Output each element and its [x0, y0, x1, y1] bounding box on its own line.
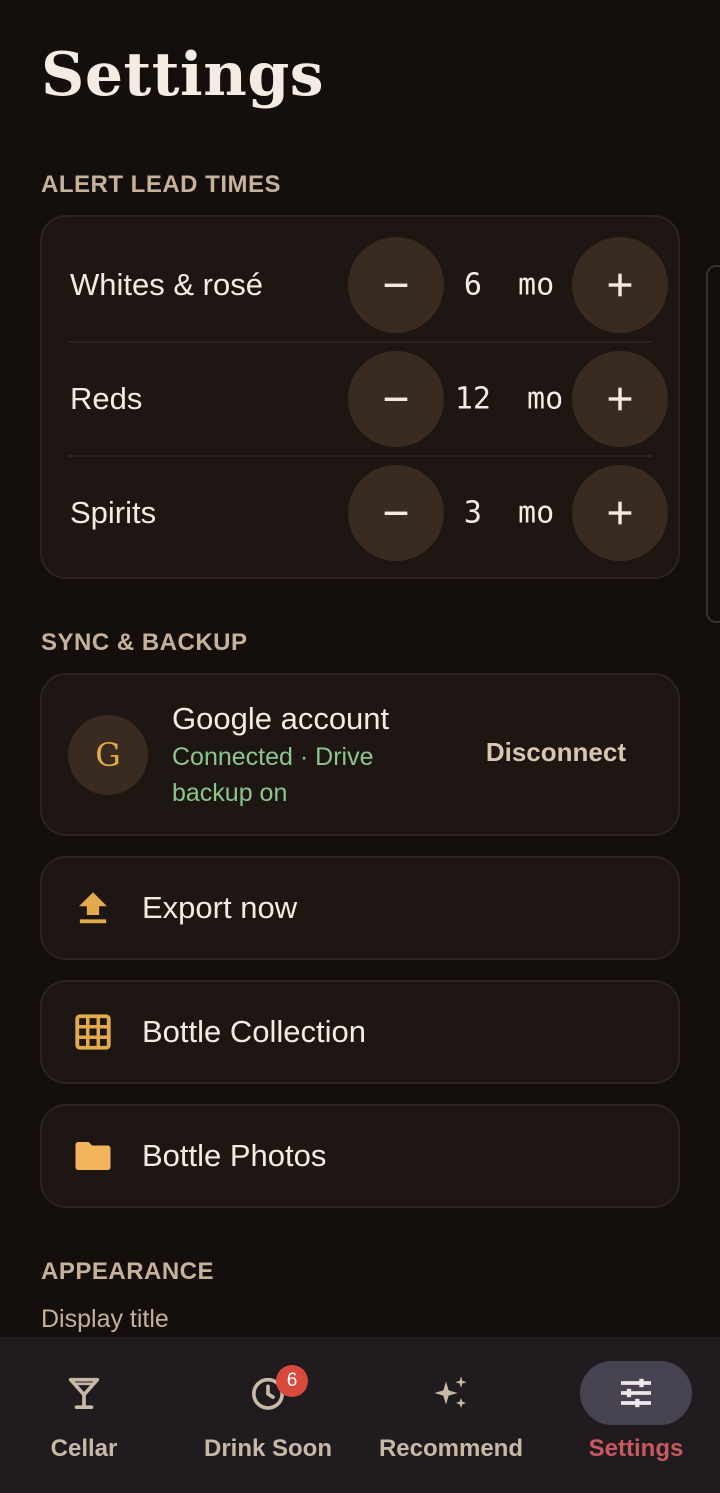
lead-time-label: Reds [70, 381, 143, 416]
lead-time-row-reds: Reds 12 mo [42, 342, 678, 456]
alert-lead-times-card: Whites & rosé 6 mo Reds 12 mo Spirits 3 … [40, 215, 680, 579]
plus-icon [608, 501, 632, 525]
display-title-label: Display title [41, 1305, 169, 1333]
action-label: Export now [142, 890, 298, 925]
section-label-appearance: APPEARANCE [41, 1258, 215, 1285]
sliders-icon [621, 1378, 651, 1408]
action-label: Bottle Photos [142, 1138, 327, 1173]
plus-icon [608, 387, 632, 411]
export-now-button[interactable]: Export now [40, 856, 680, 960]
action-label: Bottle Collection [142, 1014, 367, 1049]
decrement-button[interactable] [348, 465, 444, 561]
lead-time-label: Whites & rosé [70, 267, 263, 302]
grid-icon [75, 1014, 111, 1050]
page-title: Settings [41, 40, 325, 110]
avatar: G [68, 715, 148, 795]
bottle-photos-button[interactable]: Bottle Photos [40, 1104, 680, 1208]
increment-button[interactable] [572, 237, 668, 333]
minus-icon [384, 397, 408, 401]
nav-label: Recommend [378, 1435, 524, 1462]
nav-item-recommend[interactable]: Recommend [361, 1337, 541, 1493]
decrement-button[interactable] [348, 351, 444, 447]
bottle-collection-button[interactable]: Bottle Collection [40, 980, 680, 1084]
lead-time-value: 6 mo [463, 267, 555, 303]
notification-badge: 6 [276, 1365, 308, 1397]
sparkles-icon [434, 1376, 467, 1408]
bottom-navigation: Cellar 6 Drink Soon Recommend Settings [0, 1337, 720, 1493]
lead-time-label: Spirits [70, 495, 157, 530]
nav-icon-container [580, 1361, 692, 1425]
section-label-alert-lead-times: ALERT LEAD TIMES [41, 171, 281, 198]
increment-button[interactable] [572, 351, 668, 447]
account-title: Google account [172, 701, 390, 736]
disconnect-button[interactable]: Disconnect [486, 737, 626, 768]
nav-icon-container [395, 1361, 507, 1425]
google-account-card: G Google account Connected · Drive backu… [40, 673, 680, 836]
nav-item-settings[interactable]: Settings [546, 1337, 720, 1493]
account-status: Connected · Drive backup on [172, 743, 374, 807]
nav-item-drink-soon[interactable]: 6 Drink Soon [178, 1337, 358, 1493]
cocktail-glass-icon [68, 1377, 100, 1409]
folder-icon [75, 1142, 111, 1170]
nav-icon-container [212, 1361, 324, 1425]
plus-icon [608, 273, 632, 297]
upload-icon [79, 892, 107, 924]
lead-time-row-whites-rose: Whites & rosé 6 mo [42, 228, 678, 342]
nav-label: Drink Soon [203, 1435, 332, 1462]
increment-button[interactable] [572, 465, 668, 561]
decrement-button[interactable] [348, 237, 444, 333]
minus-icon [384, 283, 408, 287]
section-label-sync-backup: SYNC & BACKUP [41, 629, 248, 656]
nav-label: Cellar [50, 1435, 118, 1462]
scroll-indicator [706, 265, 720, 623]
nav-icon-container [28, 1361, 140, 1425]
lead-time-row-spirits: Spirits 3 mo [42, 456, 678, 570]
lead-time-value: 3 mo [463, 495, 555, 531]
minus-icon [384, 511, 408, 515]
nav-label: Settings [588, 1435, 684, 1462]
nav-item-cellar[interactable]: Cellar [0, 1337, 174, 1493]
lead-time-value: 12 mo [454, 381, 564, 417]
